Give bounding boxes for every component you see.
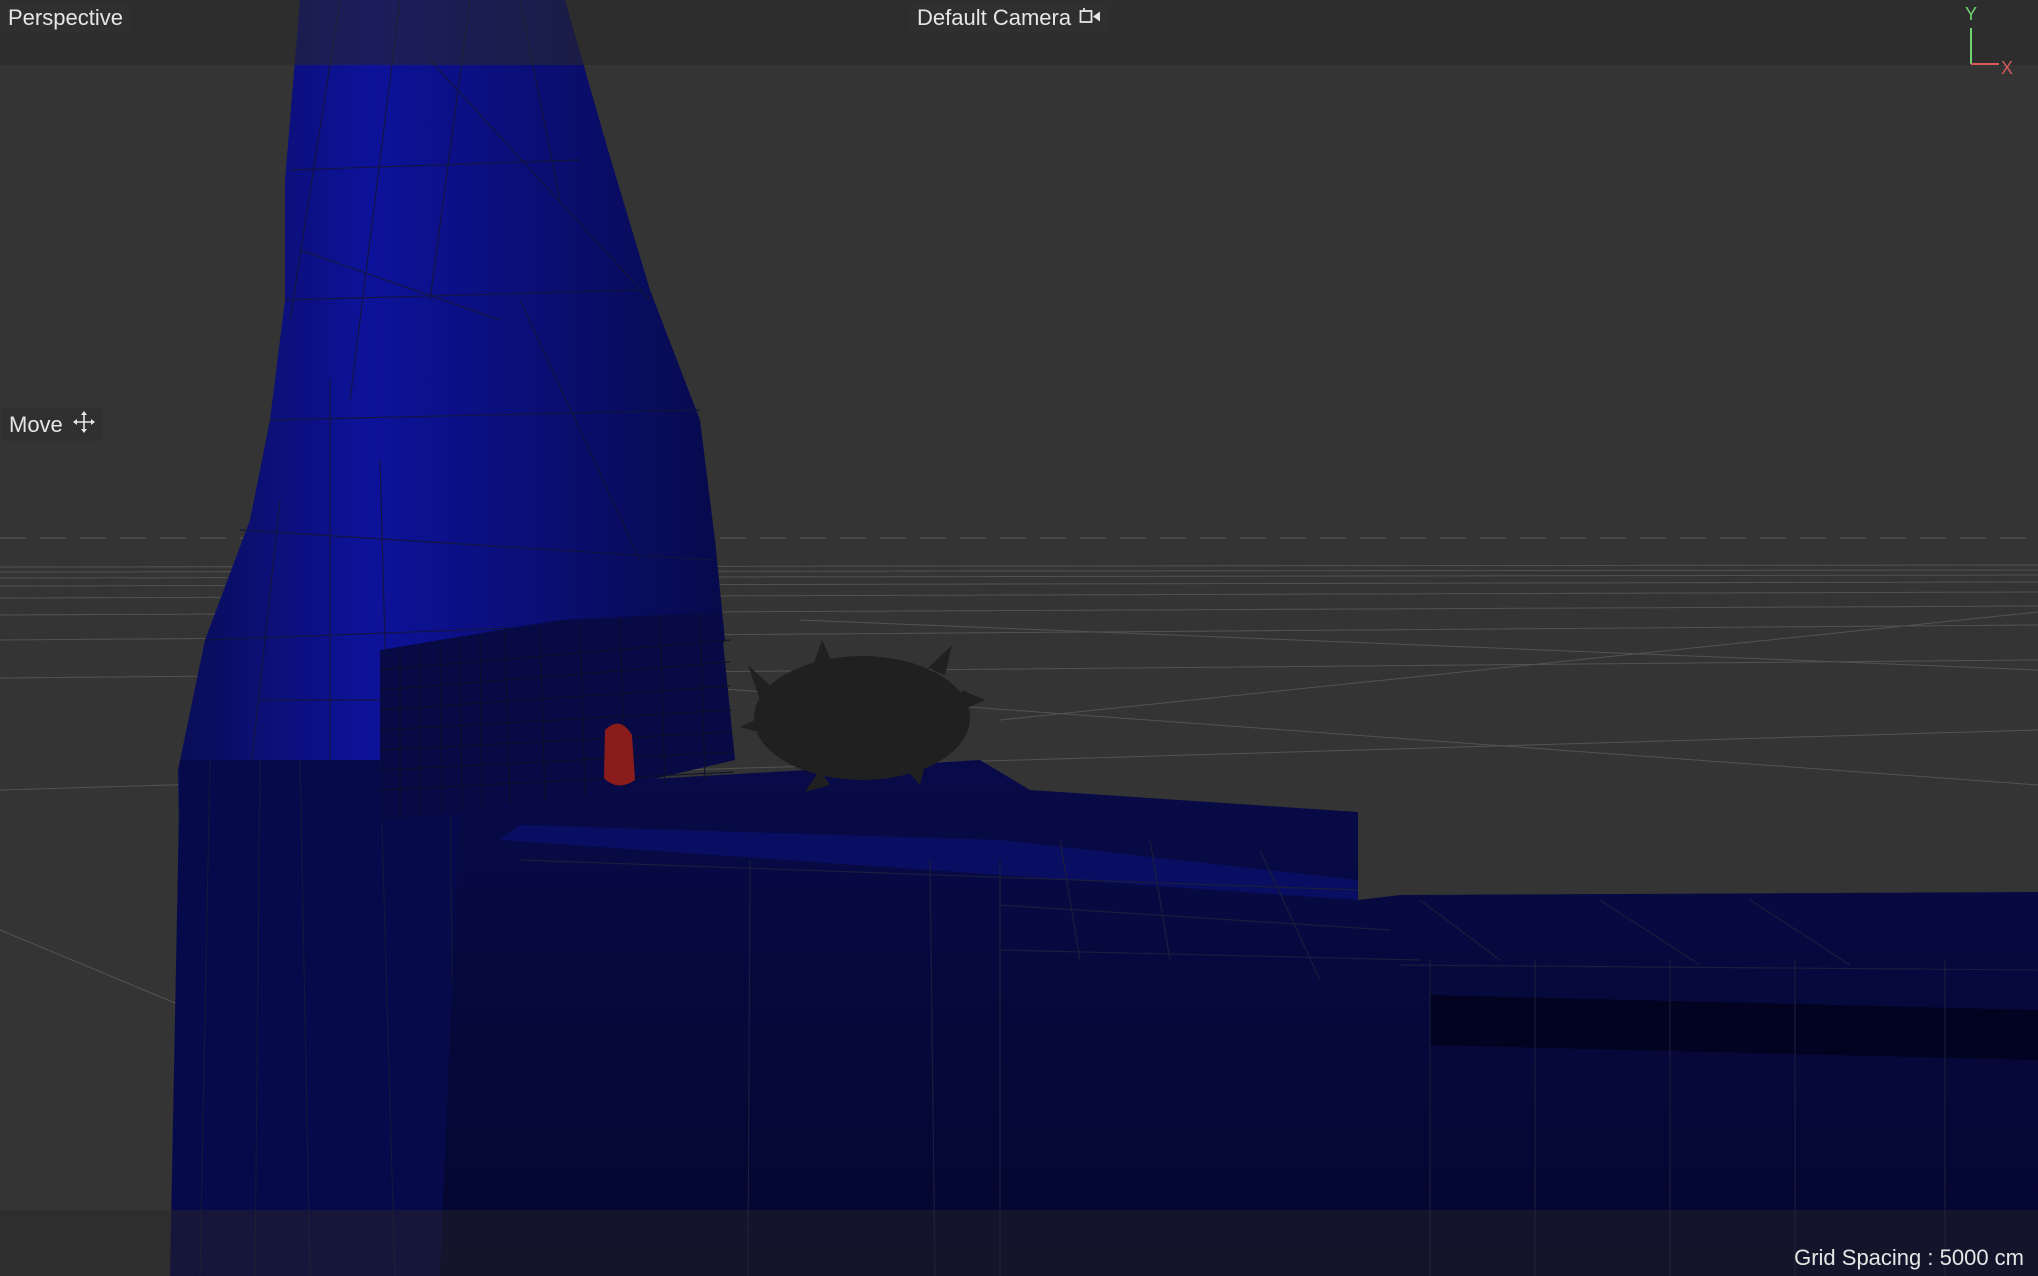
camera-icon bbox=[1079, 5, 1103, 30]
3d-viewport[interactable]: Perspective Default Camera Move Grid Spa… bbox=[0, 0, 2038, 1276]
red-figure bbox=[604, 723, 635, 786]
wall-mesh bbox=[440, 760, 2038, 1276]
view-mode-label[interactable]: Perspective bbox=[1, 2, 130, 33]
x-axis-label: X bbox=[2001, 58, 2013, 78]
view-mode-text: Perspective bbox=[8, 5, 123, 30]
camera-label: Default Camera bbox=[917, 5, 1072, 30]
y-axis-label: Y bbox=[1965, 4, 1977, 24]
active-tool-label: Move bbox=[9, 412, 63, 437]
active-tool-indicator[interactable]: Move bbox=[2, 408, 102, 441]
move-crosshair-icon bbox=[72, 411, 95, 438]
scene-render[interactable] bbox=[0, 0, 2038, 1276]
axis-gizmo[interactable]: Y X bbox=[1955, 0, 2025, 80]
grid-spacing-readout: Grid Spacing : 5000 cm bbox=[1794, 1245, 2024, 1270]
camera-selector[interactable]: Default Camera bbox=[910, 2, 1111, 33]
viewport-footer-bar bbox=[0, 1210, 2038, 1276]
